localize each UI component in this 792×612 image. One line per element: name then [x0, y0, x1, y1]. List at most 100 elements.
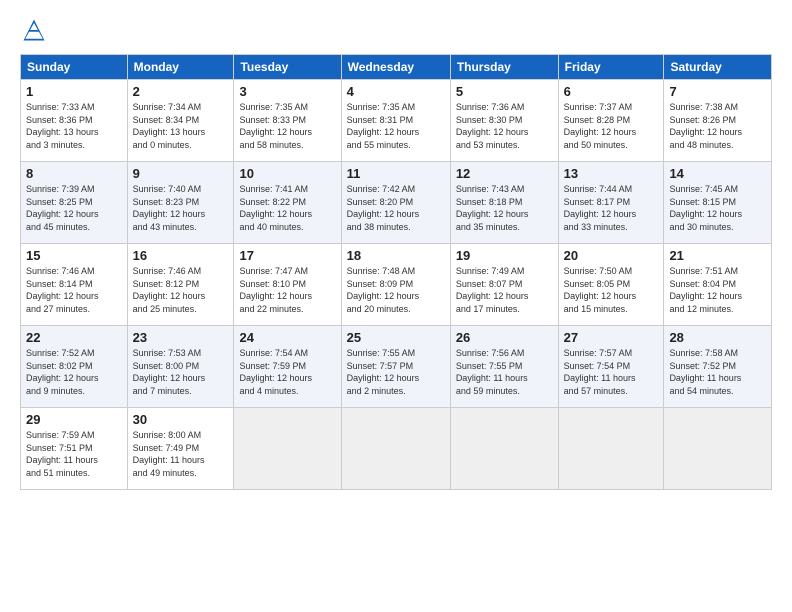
table-row: 25 Sunrise: 7:55 AMSunset: 7:57 PMDayligh…	[341, 326, 450, 408]
day-info: Sunrise: 7:46 AMSunset: 8:12 PMDaylight:…	[133, 265, 229, 315]
table-row: 24 Sunrise: 7:54 AMSunset: 7:59 PMDayligh…	[234, 326, 341, 408]
page: Sunday Monday Tuesday Wednesday Thursday…	[0, 0, 792, 506]
day-number: 9	[133, 166, 229, 181]
day-number: 7	[669, 84, 766, 99]
day-number: 21	[669, 248, 766, 263]
table-row: 19 Sunrise: 7:49 AMSunset: 8:07 PMDayligh…	[450, 244, 558, 326]
table-row: 18 Sunrise: 7:48 AMSunset: 8:09 PMDayligh…	[341, 244, 450, 326]
day-number: 1	[26, 84, 122, 99]
day-info: Sunrise: 8:00 AMSunset: 7:49 PMDaylight:…	[133, 429, 229, 479]
day-number: 5	[456, 84, 553, 99]
table-row: 4 Sunrise: 7:35 AMSunset: 8:31 PMDaylight…	[341, 80, 450, 162]
day-info: Sunrise: 7:39 AMSunset: 8:25 PMDaylight:…	[26, 183, 122, 233]
day-info: Sunrise: 7:45 AMSunset: 8:15 PMDaylight:…	[669, 183, 766, 233]
day-number: 16	[133, 248, 229, 263]
day-number: 17	[239, 248, 335, 263]
day-info: Sunrise: 7:33 AMSunset: 8:36 PMDaylight:…	[26, 101, 122, 151]
day-number: 4	[347, 84, 445, 99]
col-friday: Friday	[558, 55, 664, 80]
table-row	[558, 408, 664, 490]
day-number: 13	[564, 166, 659, 181]
day-number: 29	[26, 412, 122, 427]
calendar-header-row: Sunday Monday Tuesday Wednesday Thursday…	[21, 55, 772, 80]
day-number: 25	[347, 330, 445, 345]
day-info: Sunrise: 7:58 AMSunset: 7:52 PMDaylight:…	[669, 347, 766, 397]
day-number: 28	[669, 330, 766, 345]
calendar-table: Sunday Monday Tuesday Wednesday Thursday…	[20, 54, 772, 490]
day-info: Sunrise: 7:38 AMSunset: 8:26 PMDaylight:…	[669, 101, 766, 151]
table-row: 29 Sunrise: 7:59 AMSunset: 7:51 PMDayligh…	[21, 408, 128, 490]
col-sunday: Sunday	[21, 55, 128, 80]
day-info: Sunrise: 7:41 AMSunset: 8:22 PMDaylight:…	[239, 183, 335, 233]
table-row: 12 Sunrise: 7:43 AMSunset: 8:18 PMDayligh…	[450, 162, 558, 244]
day-info: Sunrise: 7:47 AMSunset: 8:10 PMDaylight:…	[239, 265, 335, 315]
calendar-week-row: 29 Sunrise: 7:59 AMSunset: 7:51 PMDayligh…	[21, 408, 772, 490]
table-row: 5 Sunrise: 7:36 AMSunset: 8:30 PMDaylight…	[450, 80, 558, 162]
table-row: 16 Sunrise: 7:46 AMSunset: 8:12 PMDayligh…	[127, 244, 234, 326]
day-number: 14	[669, 166, 766, 181]
day-info: Sunrise: 7:52 AMSunset: 8:02 PMDaylight:…	[26, 347, 122, 397]
calendar-week-row: 8Sunrise: 7:39 AMSunset: 8:25 PMDaylight…	[21, 162, 772, 244]
calendar-week-row: 15 Sunrise: 7:46 AMSunset: 8:14 PMDayligh…	[21, 244, 772, 326]
day-number: 23	[133, 330, 229, 345]
table-row: 10 Sunrise: 7:41 AMSunset: 8:22 PMDayligh…	[234, 162, 341, 244]
day-number: 15	[26, 248, 122, 263]
table-row: 26 Sunrise: 7:56 AMSunset: 7:55 PMDayligh…	[450, 326, 558, 408]
day-number: 12	[456, 166, 553, 181]
table-row: 6Sunrise: 7:37 AMSunset: 8:28 PMDaylight…	[558, 80, 664, 162]
day-number: 6	[564, 84, 659, 99]
table-row: 22 Sunrise: 7:52 AMSunset: 8:02 PMDayligh…	[21, 326, 128, 408]
table-row: 8Sunrise: 7:39 AMSunset: 8:25 PMDaylight…	[21, 162, 128, 244]
table-row: 3 Sunrise: 7:35 AMSunset: 8:33 PMDaylight…	[234, 80, 341, 162]
day-info: Sunrise: 7:56 AMSunset: 7:55 PMDaylight:…	[456, 347, 553, 397]
table-row: 14 Sunrise: 7:45 AMSunset: 8:15 PMDayligh…	[664, 162, 772, 244]
table-row: 1 Sunrise: 7:33 AMSunset: 8:36 PMDaylight…	[21, 80, 128, 162]
calendar-week-row: 1 Sunrise: 7:33 AMSunset: 8:36 PMDaylight…	[21, 80, 772, 162]
logo-icon	[20, 16, 48, 44]
table-row: 9Sunrise: 7:40 AMSunset: 8:23 PMDaylight…	[127, 162, 234, 244]
day-number: 19	[456, 248, 553, 263]
table-row	[450, 408, 558, 490]
day-number: 18	[347, 248, 445, 263]
day-info: Sunrise: 7:57 AMSunset: 7:54 PMDaylight:…	[564, 347, 659, 397]
table-row: 15 Sunrise: 7:46 AMSunset: 8:14 PMDayligh…	[21, 244, 128, 326]
col-thursday: Thursday	[450, 55, 558, 80]
table-row: 23 Sunrise: 7:53 AMSunset: 8:00 PMDayligh…	[127, 326, 234, 408]
table-row	[341, 408, 450, 490]
table-row: 17 Sunrise: 7:47 AMSunset: 8:10 PMDayligh…	[234, 244, 341, 326]
calendar-week-row: 22 Sunrise: 7:52 AMSunset: 8:02 PMDayligh…	[21, 326, 772, 408]
day-number: 27	[564, 330, 659, 345]
day-number: 10	[239, 166, 335, 181]
table-row: 2Sunrise: 7:34 AMSunset: 8:34 PMDaylight…	[127, 80, 234, 162]
day-info: Sunrise: 7:53 AMSunset: 8:00 PMDaylight:…	[133, 347, 229, 397]
table-row: 20 Sunrise: 7:50 AMSunset: 8:05 PMDayligh…	[558, 244, 664, 326]
table-row: 11Sunrise: 7:42 AMSunset: 8:20 PMDayligh…	[341, 162, 450, 244]
day-info: Sunrise: 7:54 AMSunset: 7:59 PMDaylight:…	[239, 347, 335, 397]
day-number: 20	[564, 248, 659, 263]
day-info: Sunrise: 7:35 AMSunset: 8:33 PMDaylight:…	[239, 101, 335, 151]
day-info: Sunrise: 7:36 AMSunset: 8:30 PMDaylight:…	[456, 101, 553, 151]
day-info: Sunrise: 7:43 AMSunset: 8:18 PMDaylight:…	[456, 183, 553, 233]
day-number: 11	[347, 166, 445, 181]
day-info: Sunrise: 7:51 AMSunset: 8:04 PMDaylight:…	[669, 265, 766, 315]
day-info: Sunrise: 7:49 AMSunset: 8:07 PMDaylight:…	[456, 265, 553, 315]
table-row	[664, 408, 772, 490]
day-info: Sunrise: 7:34 AMSunset: 8:34 PMDaylight:…	[133, 101, 229, 151]
header	[20, 16, 772, 44]
day-info: Sunrise: 7:59 AMSunset: 7:51 PMDaylight:…	[26, 429, 122, 479]
col-monday: Monday	[127, 55, 234, 80]
table-row	[234, 408, 341, 490]
day-info: Sunrise: 7:55 AMSunset: 7:57 PMDaylight:…	[347, 347, 445, 397]
day-number: 3	[239, 84, 335, 99]
col-saturday: Saturday	[664, 55, 772, 80]
logo	[20, 16, 52, 44]
table-row: 13Sunrise: 7:44 AMSunset: 8:17 PMDayligh…	[558, 162, 664, 244]
day-number: 26	[456, 330, 553, 345]
day-number: 24	[239, 330, 335, 345]
day-info: Sunrise: 7:46 AMSunset: 8:14 PMDaylight:…	[26, 265, 122, 315]
day-info: Sunrise: 7:48 AMSunset: 8:09 PMDaylight:…	[347, 265, 445, 315]
day-number: 22	[26, 330, 122, 345]
table-row: 27 Sunrise: 7:57 AMSunset: 7:54 PMDayligh…	[558, 326, 664, 408]
day-info: Sunrise: 7:50 AMSunset: 8:05 PMDaylight:…	[564, 265, 659, 315]
day-info: Sunrise: 7:35 AMSunset: 8:31 PMDaylight:…	[347, 101, 445, 151]
